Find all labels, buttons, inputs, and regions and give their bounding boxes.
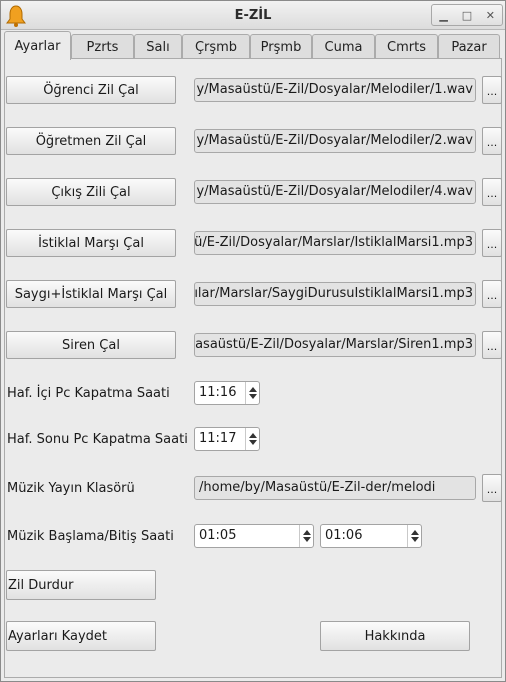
exit-bell-button[interactable]: Çıkış Zili Çal: [6, 178, 176, 206]
weekend-shutdown-value: 11:17: [199, 431, 237, 446]
maximize-icon[interactable]: □: [455, 5, 478, 25]
save-settings-button[interactable]: Ayarları Kaydet: [6, 621, 156, 651]
spin-arrows[interactable]: [299, 525, 313, 547]
arrow-up-icon[interactable]: [302, 530, 311, 535]
about-button[interactable]: Hakkında: [320, 621, 470, 651]
music-folder-browse-button[interactable]: ...: [482, 474, 502, 502]
weekend-shutdown-label: Haf. Sonu Pc Kapatma Saati: [7, 432, 188, 447]
teacher-bell-path[interactable]: y/Masaüstü/E-Zil/Dosyalar/Melodiler/2.wa…: [194, 129, 476, 153]
tab-cuma[interactable]: Cuma: [312, 34, 375, 60]
close-icon[interactable]: ✕: [479, 5, 502, 25]
music-time-label: Müzik Başlama/Bitiş Saati: [7, 529, 174, 544]
weekend-shutdown-spinbox[interactable]: 11:17: [194, 427, 260, 451]
exit-bell-path-text: y/Masaüstü/E-Zil/Dosyalar/Melodiler/4.wa…: [196, 184, 473, 199]
music-folder-label: Müzik Yayın Klasörü: [7, 481, 135, 496]
music-end-value: 01:06: [325, 528, 363, 543]
teacher-bell-browse-button[interactable]: ...: [482, 127, 502, 155]
respect-anthem-path[interactable]: ılar/Marslar/SaygiDurusuIstiklalMarsi1.m…: [194, 282, 476, 306]
spin-arrows[interactable]: [245, 428, 259, 450]
weekday-shutdown-label: Haf. İçi Pc Kapatma Saati: [7, 386, 170, 401]
window-controls: ▁ □ ✕: [431, 4, 503, 26]
weekday-shutdown-spinbox[interactable]: 11:16: [194, 381, 260, 405]
tab-ayarlar[interactable]: Ayarlar: [4, 31, 71, 60]
app-window: E-ZİL ▁ □ ✕ Ayarlar Pzrts Salı Çrşmb Prş…: [0, 0, 506, 682]
exit-bell-browse-button[interactable]: ...: [482, 178, 502, 206]
anthem-path[interactable]: ü/E-Zil/Dosyalar/Marslar/IstiklalMarsi1.…: [194, 231, 476, 255]
title-bar[interactable]: E-ZİL ▁ □ ✕: [1, 1, 505, 30]
anthem-path-text: ü/E-Zil/Dosyalar/Marslar/IstiklalMarsi1.…: [194, 235, 473, 250]
tab-pzrts[interactable]: Pzrts: [71, 34, 134, 60]
tab-pazar[interactable]: Pazar: [438, 34, 500, 60]
minimize-icon[interactable]: ▁: [432, 5, 455, 25]
respect-anthem-browse-button[interactable]: ...: [482, 280, 502, 308]
student-bell-browse-button[interactable]: ...: [482, 76, 502, 104]
arrow-down-icon[interactable]: [410, 537, 419, 542]
teacher-bell-path-text: y/Masaüstü/E-Zil/Dosyalar/Melodiler/2.wa…: [196, 133, 473, 148]
arrow-down-icon[interactable]: [248, 440, 257, 445]
music-start-spinbox[interactable]: 01:05: [194, 524, 314, 548]
tab-sali[interactable]: Salı: [134, 34, 182, 60]
tab-bar: Ayarlar Pzrts Salı Çrşmb Prşmb Cuma Cmrt…: [4, 31, 502, 60]
arrow-up-icon[interactable]: [248, 433, 257, 438]
window-title: E-ZİL: [234, 8, 272, 23]
student-bell-path[interactable]: y/Masaüstü/E-Zil/Dosyalar/Melodiler/1.wa…: [194, 78, 476, 102]
respect-anthem-button[interactable]: Saygı+İstiklal Marşı Çal: [6, 280, 176, 308]
spin-arrows[interactable]: [407, 525, 421, 547]
weekday-shutdown-value: 11:16: [199, 385, 237, 400]
tab-crsmb[interactable]: Çrşmb: [182, 34, 250, 60]
student-bell-path-text: y/Masaüstü/E-Zil/Dosyalar/Melodiler/1.wa…: [196, 82, 473, 97]
anthem-browse-button[interactable]: ...: [482, 229, 502, 257]
arrow-down-icon[interactable]: [248, 394, 257, 399]
arrow-up-icon[interactable]: [410, 530, 419, 535]
siren-path[interactable]: asaüstü/E-Zil/Dosyalar/Marslar/Siren1.mp…: [194, 333, 476, 357]
teacher-bell-button[interactable]: Öğretmen Zil Çal: [6, 127, 176, 155]
exit-bell-path[interactable]: y/Masaüstü/E-Zil/Dosyalar/Melodiler/4.wa…: [194, 180, 476, 204]
anthem-button[interactable]: İstiklal Marşı Çal: [6, 229, 176, 257]
tab-prsmb[interactable]: Prşmb: [250, 34, 312, 60]
music-start-value: 01:05: [199, 528, 237, 543]
arrow-up-icon[interactable]: [248, 387, 257, 392]
arrow-down-icon[interactable]: [302, 537, 311, 542]
siren-browse-button[interactable]: ...: [482, 331, 502, 359]
spin-arrows[interactable]: [245, 382, 259, 404]
student-bell-button[interactable]: Öğrenci Zil Çal: [6, 76, 176, 104]
siren-path-text: asaüstü/E-Zil/Dosyalar/Marslar/Siren1.mp…: [195, 337, 473, 352]
siren-button[interactable]: Siren Çal: [6, 331, 176, 359]
music-end-spinbox[interactable]: 01:06: [320, 524, 422, 548]
tab-cmrts[interactable]: Cmrts: [375, 34, 438, 60]
music-folder-path[interactable]: /home/by/Masaüstü/E-Zil-der/melodi: [194, 476, 476, 500]
respect-anthem-path-text: ılar/Marslar/SaygiDurusuIstiklalMarsi1.m…: [194, 286, 473, 301]
stop-bell-button[interactable]: Zil Durdur: [6, 570, 156, 600]
